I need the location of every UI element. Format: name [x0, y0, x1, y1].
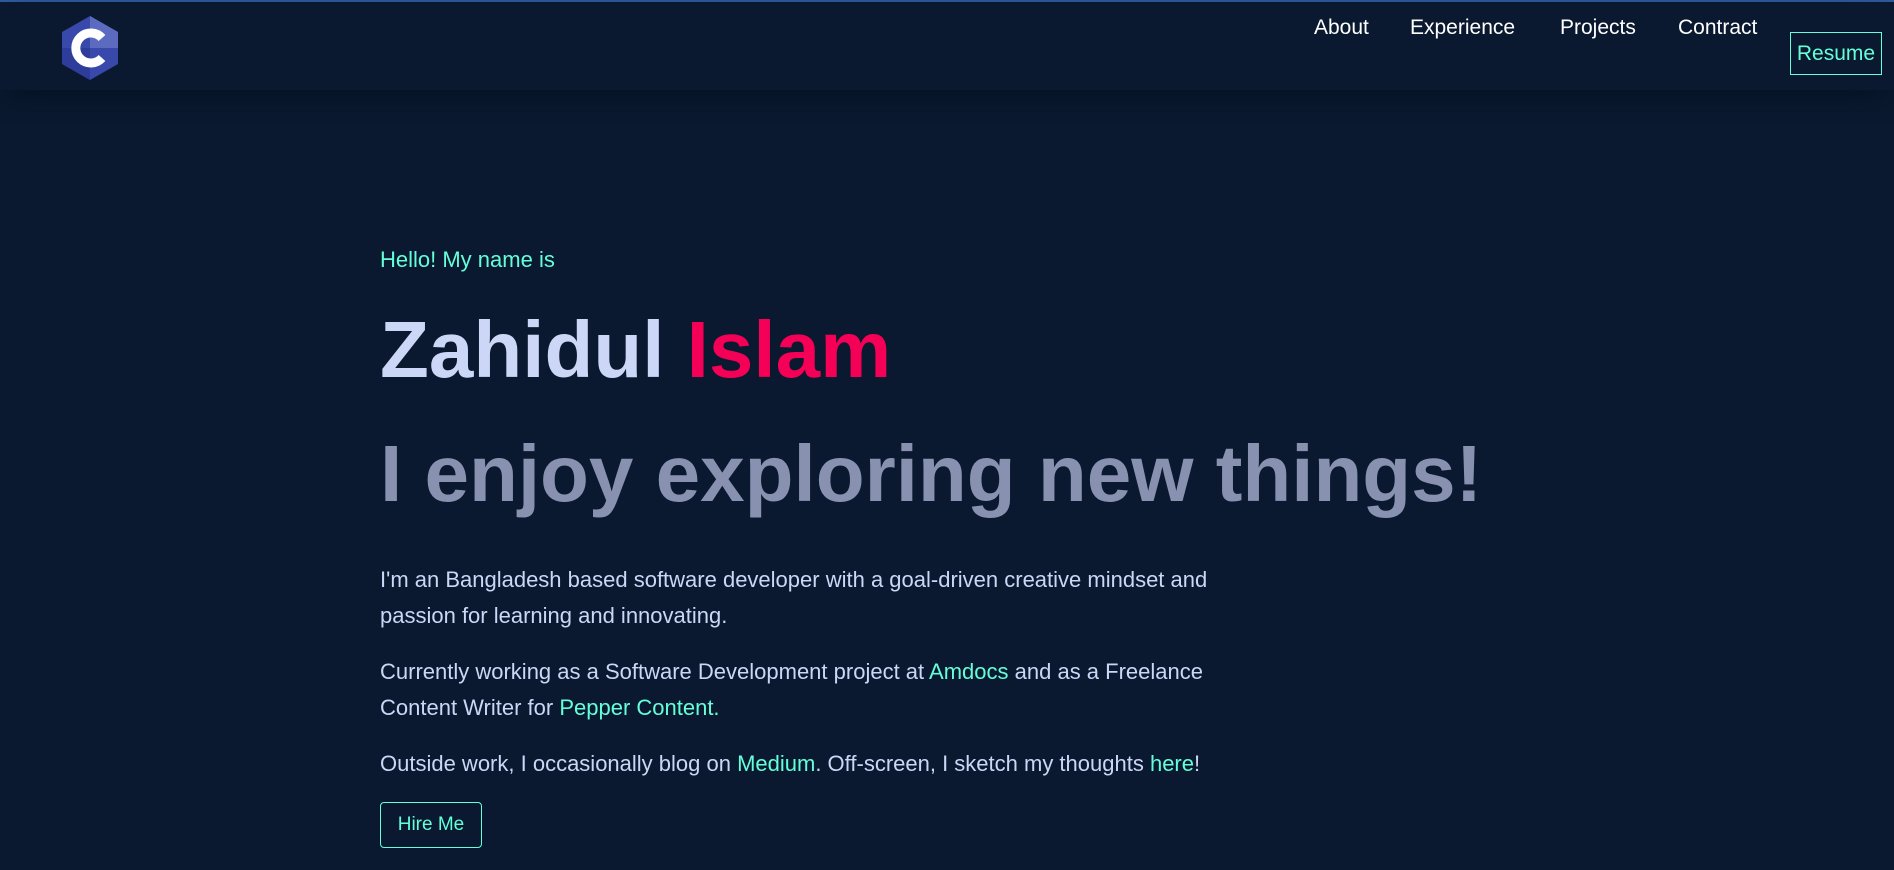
pepper-content-link[interactable]: Pepper Content.	[559, 695, 719, 720]
hero-tagline: I enjoy exploring new things!	[380, 429, 1483, 518]
hexagon-c-logo-icon[interactable]	[58, 14, 122, 82]
outside-suffix-text: !	[1194, 751, 1201, 776]
medium-link[interactable]: Medium	[737, 751, 815, 776]
outside-prefix-text: Outside work, I occasionally blog on	[380, 751, 738, 776]
work-prefix-text: Currently working as a Software Developm…	[380, 659, 930, 684]
outside-work-paragraph: Outside work, I occasionally blog on Med…	[380, 746, 1280, 782]
amdocs-link[interactable]: Amdocs	[929, 659, 1008, 684]
nav-contract[interactable]: Contract	[1678, 16, 1757, 40]
navbar: About Experience Projects Contract Resum…	[0, 2, 1894, 90]
work-paragraph: Currently working as a Software Developm…	[380, 654, 1280, 726]
nav-projects[interactable]: Projects	[1560, 16, 1636, 40]
greeting-text: Hello! My name is	[380, 247, 555, 272]
intro-paragraph: I'm an Bangladesh based software develop…	[380, 567, 1208, 628]
nav-about[interactable]: About	[1314, 16, 1369, 40]
outside-middle-text: . Off-screen, I sketch my thoughts	[815, 751, 1150, 776]
name-last: Islam	[686, 305, 892, 394]
hero-name: Zahidul Islam	[380, 302, 891, 398]
sketch-here-link[interactable]: here	[1150, 751, 1194, 776]
name-first: Zahidul	[380, 305, 665, 394]
portfolio-page: About Experience Projects Contract Resum…	[0, 0, 1894, 870]
hire-me-button[interactable]: Hire Me	[380, 802, 482, 848]
nav-experience[interactable]: Experience	[1410, 16, 1515, 40]
resume-button[interactable]: Resume	[1790, 32, 1882, 75]
